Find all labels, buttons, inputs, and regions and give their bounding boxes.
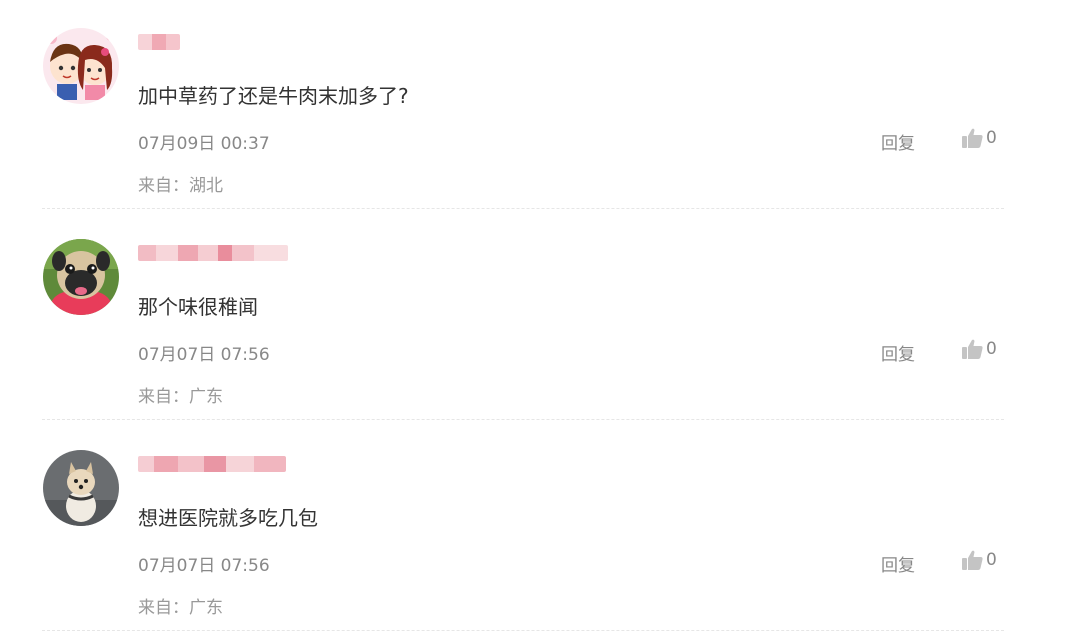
like-count: 0 bbox=[986, 339, 997, 359]
cartoon-couple-avatar-icon bbox=[43, 28, 119, 104]
comment-content: 加中草药了还是牛肉末加多了? bbox=[138, 84, 409, 108]
thumbs-up-icon bbox=[962, 128, 983, 148]
comment-content: 那个味很稚闻 bbox=[138, 295, 258, 319]
thumbs-up-icon bbox=[962, 550, 983, 570]
like-count: 0 bbox=[986, 128, 997, 148]
avatar[interactable] bbox=[43, 28, 119, 104]
comment-location: 来自：湖北 bbox=[138, 176, 223, 196]
comment-location: 来自：广东 bbox=[138, 598, 223, 618]
reply-button[interactable]: 回复 bbox=[881, 340, 915, 365]
username-blurred[interactable] bbox=[138, 456, 286, 472]
comment-item: 想进医院就多吃几包 07月07日 07:56 回复 0 来自：广东 bbox=[0, 422, 1068, 633]
like-count: 0 bbox=[986, 550, 997, 570]
like-button[interactable]: 0 bbox=[962, 338, 997, 360]
pomeranian-dog-avatar-icon bbox=[43, 450, 119, 526]
avatar[interactable] bbox=[43, 450, 119, 526]
username-blurred[interactable] bbox=[138, 34, 180, 50]
divider bbox=[42, 630, 1004, 631]
like-button[interactable]: 0 bbox=[962, 549, 997, 571]
thumbs-up-icon bbox=[962, 339, 983, 359]
comment-location: 来自：广东 bbox=[138, 387, 223, 407]
like-button[interactable]: 0 bbox=[962, 127, 997, 149]
divider bbox=[42, 419, 1004, 420]
comment-item: 那个味很稚闻 07月07日 07:56 回复 0 来自：广东 bbox=[0, 211, 1068, 422]
comment-content: 想进医院就多吃几包 bbox=[138, 506, 318, 530]
avatar[interactable] bbox=[43, 239, 119, 315]
pug-dog-avatar-icon bbox=[43, 239, 119, 315]
divider bbox=[42, 208, 1004, 209]
comment-item: 加中草药了还是牛肉末加多了? 07月09日 00:37 回复 0 来自：湖北 bbox=[0, 0, 1068, 211]
username-blurred[interactable] bbox=[138, 245, 288, 261]
reply-button[interactable]: 回复 bbox=[881, 551, 915, 576]
comment-time: 07月07日 07:56 bbox=[138, 345, 270, 365]
reply-button[interactable]: 回复 bbox=[881, 129, 915, 154]
comment-time: 07月07日 07:56 bbox=[138, 556, 270, 576]
comment-time: 07月09日 00:37 bbox=[138, 134, 270, 154]
